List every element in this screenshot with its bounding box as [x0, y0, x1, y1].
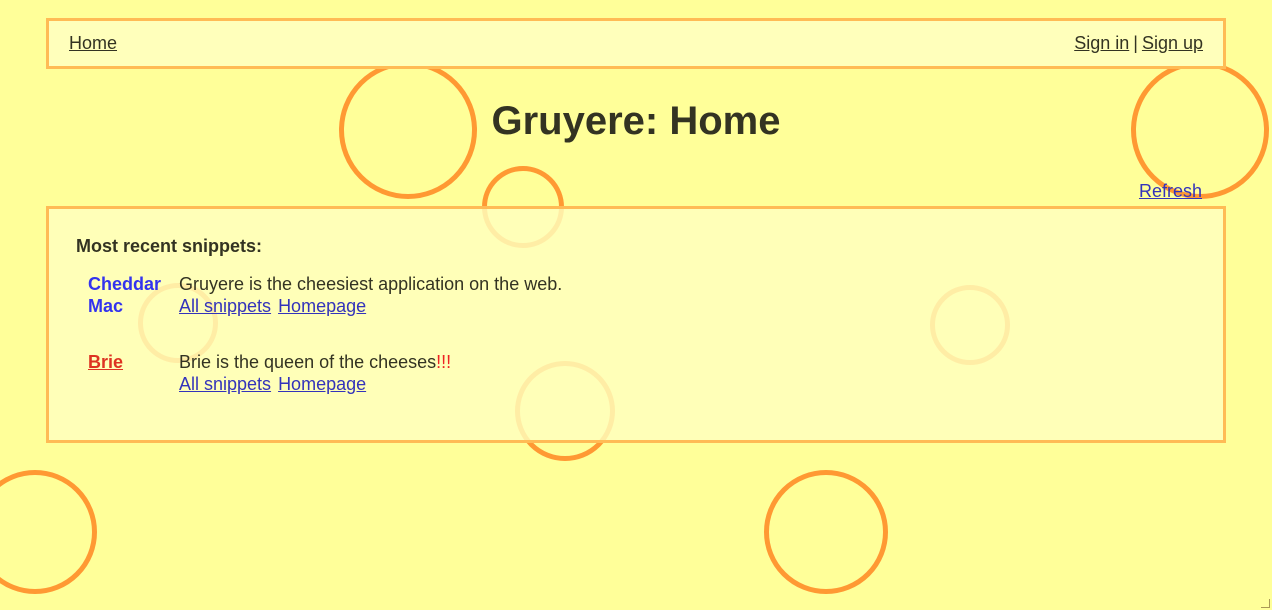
sign-in-link[interactable]: Sign in — [1074, 33, 1129, 53]
menu-bar: Home Sign in | Sign up — [46, 18, 1226, 69]
refresh-link[interactable]: Refresh — [1139, 181, 1202, 202]
cheese-hole-decoration — [764, 470, 888, 594]
cheese-hole-decoration — [0, 470, 97, 594]
home-link[interactable]: Home — [69, 33, 117, 53]
page-title: Gruyere: Home — [491, 99, 781, 143]
snippet-links: All snippets Homepage — [179, 295, 879, 317]
snippets-panel: Most recent snippets: Cheddar Mac Gruyer… — [46, 206, 1226, 443]
snippet-text-line: Brie is the queen of the cheeses!!! — [179, 351, 879, 373]
homepage-link[interactable]: Homepage — [278, 296, 366, 316]
snippets-heading: Most recent snippets: — [76, 236, 263, 256]
snippet-body: Gruyere is the cheesiest application on … — [179, 273, 879, 317]
menu-separator: | — [1133, 33, 1138, 53]
snippet-author-link[interactable]: Brie — [88, 351, 173, 373]
snippet-links: All snippets Homepage — [179, 373, 879, 395]
sign-up-link[interactable]: Sign up — [1142, 33, 1203, 53]
all-snippets-link[interactable]: All snippets — [179, 296, 271, 316]
snippet-text: Brie is the queen of the cheeses — [179, 352, 437, 372]
snippet-text: Gruyere is the cheesiest application on … — [179, 274, 563, 294]
all-snippets-link[interactable]: All snippets — [179, 374, 271, 394]
menu-left: Home — [69, 33, 117, 54]
menu-right: Sign in | Sign up — [1074, 33, 1203, 54]
snippet-body: Brie is the queen of the cheeses!!! All … — [179, 351, 879, 395]
snippet-author[interactable]: Cheddar Mac — [88, 273, 173, 317]
resize-grip-icon[interactable] — [1261, 599, 1270, 608]
homepage-link[interactable]: Homepage — [278, 374, 366, 394]
snippet-emphasis: !!! — [436, 352, 452, 372]
